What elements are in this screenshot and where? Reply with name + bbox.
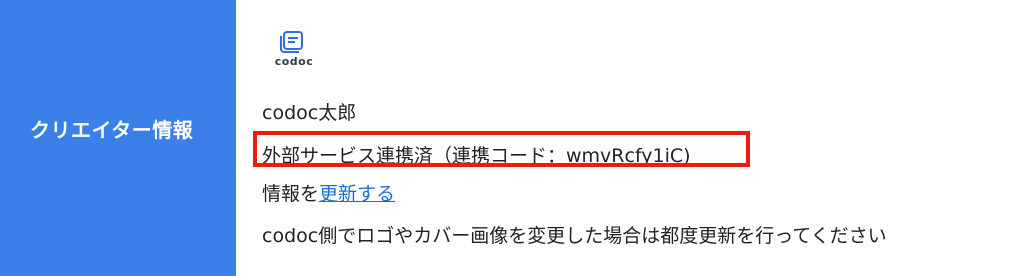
- update-link[interactable]: 更新する: [319, 183, 395, 205]
- codoc-logo-icon: [280, 31, 303, 53]
- update-info-row: 情報を更新する: [262, 179, 395, 206]
- section-title: クリエイター情報: [30, 118, 194, 142]
- creator-info-panel: クリエイター情報 codoc codoc太郎 外部サービス連携済（連携コード：w…: [0, 0, 1024, 276]
- creator-info-content: codoc codoc太郎 外部サービス連携済（連携コード：wmvRcfy1iC…: [236, 0, 1024, 276]
- update-prefix: 情報を: [262, 183, 320, 205]
- creator-name: codoc太郎: [262, 102, 357, 124]
- section-header: クリエイター情報: [0, 0, 236, 276]
- highlight-annotation: [253, 131, 750, 167]
- codoc-logo: codoc: [272, 26, 324, 72]
- codoc-logo-text: codoc: [274, 55, 314, 68]
- update-note: codoc側でロゴやカバー画像を変更した場合は都度更新を行ってください: [262, 225, 887, 247]
